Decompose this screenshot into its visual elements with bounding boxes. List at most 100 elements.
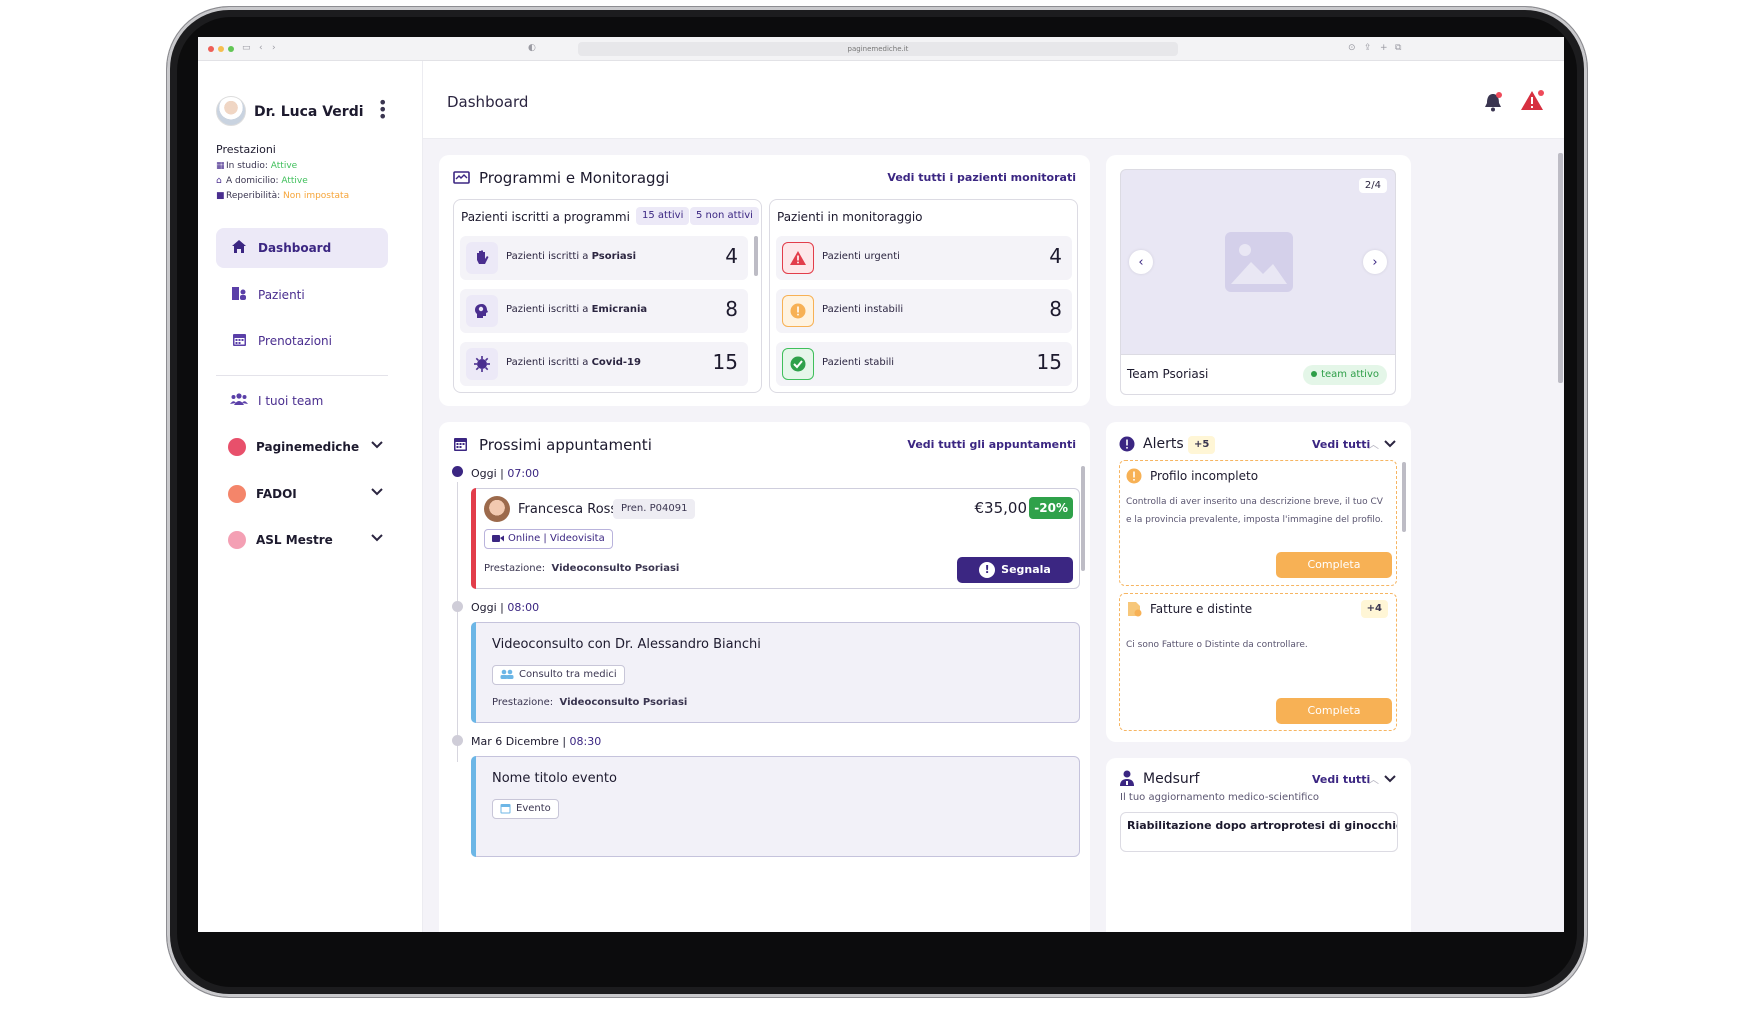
appointment-card[interactable]: Francesca Rossi Pren. P04091 €35,00 -20%… [471,488,1080,589]
more-options-icon[interactable]: • • • [378,95,387,125]
carousel-counter: 2/4 [1358,178,1387,193]
type-bar [471,622,476,723]
count-value: 4 [1049,244,1062,268]
type-chip: Evento [492,799,559,819]
appointment-card[interactable]: Videoconsulto con Dr. Alessandro Bianchi… [471,622,1080,723]
forward-icon[interactable]: › [272,43,276,53]
list-item[interactable]: Pazienti iscritti a Emicrania 8 [460,289,748,333]
prestazioni-title: Prestazioni [216,143,276,156]
sidebar-toggle-icon[interactable]: ▭ [242,43,251,53]
privacy-shield-icon[interactable]: ◐ [528,43,536,53]
chevron-down-icon[interactable] [370,485,384,499]
org-paginemediche[interactable]: Paginemediche [216,432,388,462]
article-card[interactable]: Riabilitazione dopo artroprotesi di gino… [1120,812,1398,852]
alert-count-badge: +4 [1360,600,1388,618]
carousel-prev-button[interactable]: ‹ [1129,250,1153,274]
list-item[interactable]: Pazienti urgenti 4 [776,236,1072,280]
scrollbar[interactable] [754,236,758,276]
type-bar [471,756,476,857]
alerts-count-badge: +5 [1188,436,1216,454]
exclamation-icon [1119,436,1135,452]
team-image[interactable]: 2/4 ‹ › [1120,169,1396,355]
article-title: Riabilitazione dopo artroprotesi di gino… [1127,819,1398,832]
home-icon: ⌂ [216,176,222,186]
close-window-dot[interactable] [208,46,214,52]
see-all-monitored-link[interactable]: Vedi tutti i pazienti monitorati [887,171,1076,184]
alert-item: Profilo incompleto Controlla di aver ins… [1119,460,1397,586]
nav-pazienti[interactable]: Pazienti [216,275,388,315]
appointment-card[interactable]: Nome titolo evento Evento [471,756,1080,857]
nav-prenotazioni[interactable]: Prenotazioni [216,321,388,361]
avatar[interactable] [216,96,246,126]
see-all-appointments-link[interactable]: Vedi tutti gli appuntamenti [907,438,1076,451]
bell-icon[interactable] [1482,91,1504,113]
nav-team[interactable]: I tuoi team [216,381,388,421]
inactive-pill[interactable]: 5 non attivi [690,207,759,225]
list-item[interactable]: Pazienti instabili 8 [776,289,1072,333]
exclamation-icon: ! [979,562,996,578]
screen: ▭ ‹ › ◐ paginemediche.it ⊙ ⇪ + ⧉ Dr. Luc… [198,37,1564,932]
prestazioni-item-studio: ▦In studio: Attive [216,161,298,171]
nav-dashboard[interactable]: Dashboard [216,228,388,268]
calendar-icon [500,803,511,813]
zoom-window-dot[interactable] [228,46,234,52]
exclamation-icon [782,295,814,327]
minimize-window-dot[interactable] [218,46,224,52]
building-icon: ▦ [216,161,225,171]
calendar-icon [228,332,250,351]
share-icon[interactable]: ⇪ [1364,43,1372,53]
patients-icon [228,286,250,305]
timeline-label: Oggi | 08:00 [471,601,540,614]
timeline-line [457,482,458,762]
alert-title: Fatture e distinte [1150,602,1253,616]
alert-title: Profilo incompleto [1150,469,1259,483]
page-scrollbar[interactable] [1558,153,1563,383]
exclamation-icon [1126,468,1142,484]
chevron-down-icon[interactable] [370,438,384,452]
prestazioni-item-reperibilita: ■Reperibilità: Non impostata [216,191,350,201]
chevron-down-icon[interactable] [1384,774,1396,784]
discount-badge: -20% [1029,497,1073,519]
chevron-down-icon[interactable] [370,531,384,545]
appointments-card: Prossimi appuntamenti Vedi tutti gli app… [439,422,1090,932]
new-tab-icon[interactable]: + [1380,43,1388,53]
org-logo [228,438,246,456]
back-icon[interactable]: ‹ [259,43,263,53]
list-item[interactable]: Pazienti stabili 15 [776,342,1072,386]
url-bar[interactable]: paginemediche.it [578,42,1178,56]
type-chip: Consulto tra medici [492,665,625,685]
tabs-overview-icon[interactable]: ⧉ [1395,43,1401,53]
enrolled-box: Pazienti iscritti a programmi 15 attivi … [453,199,762,393]
video-icon [492,534,504,542]
see-all-medsurf-link[interactable]: Vedi tutti [1312,773,1370,786]
chevron-up-icon[interactable]: ︿ [1368,771,1379,787]
dashboard-content: Programmi e Monitoraggi Vedi tutti i paz… [423,139,1564,932]
medsurf-subtitle: Il tuo aggiornamento medico-scientifico [1120,792,1320,803]
patient-name: Francesca Rossi [518,502,621,517]
see-all-alerts-link[interactable]: Vedi tutti [1312,438,1370,451]
list-item[interactable]: Pazienti iscritti a Covid-19 15 [460,342,748,386]
team-icon [228,392,250,410]
monitor-icon [453,171,470,184]
timeline-dot [452,601,463,612]
hand-icon [466,242,498,274]
status-badge: team attivo [1303,365,1387,385]
count-value: 15 [1036,350,1062,374]
timeline-dot [452,735,463,746]
scrollbar[interactable] [1402,462,1406,532]
chevron-up-icon[interactable]: ︿ [1368,436,1379,452]
warning-icon[interactable] [1520,89,1544,113]
org-fadoi[interactable]: FADOI [216,479,388,509]
review-invoices-button[interactable]: Completa [1276,698,1392,724]
main-header: Dashboard [423,61,1564,139]
active-pill[interactable]: 15 attivi [636,207,690,225]
org-asl-mestre[interactable]: ASL Mestre [216,525,388,555]
report-button[interactable]: ! Segnala [957,557,1073,583]
chevron-down-icon[interactable] [1384,439,1396,449]
list-item[interactable]: Pazienti iscritti a Psoriasi 4 [460,236,748,280]
scrollbar[interactable] [1081,466,1085,571]
carousel-next-button[interactable]: › [1363,250,1387,274]
complete-profile-button[interactable]: Completa [1276,552,1392,578]
alert-text: Controlla di aver inserito una descrizio… [1126,497,1384,525]
download-icon[interactable]: ⊙ [1348,43,1356,53]
